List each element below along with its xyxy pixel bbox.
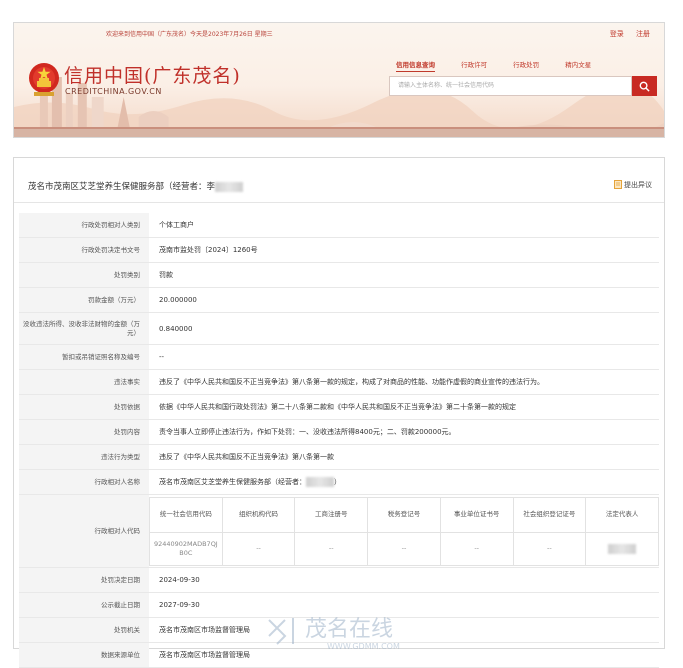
table-row: 处罚类别 罚款 xyxy=(19,263,659,288)
table-row: 行政相对人名称 茂名市茂南区艾芝堂养生保健服务部（经营者：） xyxy=(19,470,659,495)
record-title: 茂名市茂南区艾芝堂养生保健服务部（经营者：李 xyxy=(28,180,244,192)
table-row: 处罚机关 茂名市茂南区市场监督管理局 xyxy=(19,618,659,643)
nav-credit-query[interactable]: 信用信息查询 xyxy=(396,59,435,72)
site-logo-url: CREDITCHINA.GOV.CN xyxy=(65,87,162,96)
nav-featured[interactable]: 精内文星 xyxy=(565,59,591,69)
welcome-text: 欢迎来到信用中国（广东茂名）今天是2023年7月26日 星期三 xyxy=(106,31,273,38)
table-row: 行政处罚决定书文号 茂南市监处罚〔2024〕1260号 xyxy=(19,238,659,263)
nav-admin-penalty[interactable]: 行政处罚 xyxy=(513,59,539,69)
object-code-table: 统一社会信用代码 组织机构代码 工商注册号 税务登记号 事业单位证书号 社会组织… xyxy=(149,496,659,566)
table-row: 处罚决定日期 2024-09-30 xyxy=(19,568,659,593)
raise-objection-button[interactable]: 提出异议 xyxy=(614,180,652,190)
card-divider xyxy=(14,202,664,203)
table-row: 数据来源单位 茂名市茂南区市场监督管理局 xyxy=(19,643,659,668)
document-icon xyxy=(614,180,622,189)
main-nav: 信用信息查询 行政许可 行政处罚 精内文星 xyxy=(396,59,615,72)
redacted-representative xyxy=(608,543,637,554)
table-row: 公示截止日期 2027-09-30 xyxy=(19,593,659,618)
site-logo-title[interactable]: 信用中国(广东茂名) xyxy=(64,61,241,88)
table-row: 违法行为类型 违反了《中华人民共和国反不正当竞争法》第八条第一款 xyxy=(19,445,659,470)
table-row: 暂扣或吊销证照名称及编号 -- xyxy=(19,345,659,370)
table-row: 违法事实 违反了《中华人民共和国反不正当竞争法》第八条第一款的规定，构成了对商品… xyxy=(19,370,659,395)
register-link[interactable]: 注册 xyxy=(636,30,650,38)
table-row: 罚款金额（万元） 20.000000 xyxy=(19,288,659,313)
auth-links: 登录 注册 xyxy=(600,29,650,39)
site-header: 欢迎来到信用中国（广东茂名）今天是2023年7月26日 星期三 登录 注册 信用… xyxy=(13,22,665,138)
penalty-info-table: 行政处罚相对人类别 个体工商户 行政处罚决定书文号 茂南市监处罚〔2024〕12… xyxy=(19,213,659,668)
search-button[interactable] xyxy=(632,76,657,96)
redacted-name xyxy=(306,477,334,487)
table-row: 处罚内容 责令当事人立即停止违法行为，作如下处罚：一、没收违法所得8400元；二… xyxy=(19,420,659,445)
table-row: 没收违法所得、没收非法财物的金额（万元） 0.840000 xyxy=(19,313,659,345)
search-icon xyxy=(639,81,650,92)
nav-admin-license[interactable]: 行政许可 xyxy=(461,59,487,69)
table-row: 行政处罚相对人类别 个体工商户 xyxy=(19,213,659,238)
table-row: 处罚依据 依据《中华人民共和国行政处罚法》第二十八条第二款和《中华人民共和国反不… xyxy=(19,395,659,420)
login-link[interactable]: 登录 xyxy=(610,30,624,38)
search-input[interactable]: 请输入主体名称、统一社会信用代码 xyxy=(389,76,632,96)
table-row: 行政相对人代码 统一社会信用代码 组织机构代码 工商注册号 税务登记号 事业单位… xyxy=(19,495,659,568)
national-emblem-icon xyxy=(29,63,59,96)
penalty-detail-card: 茂名市茂南区艾芝堂养生保健服务部（经营者：李 提出异议 行政处罚相对人类别 个体… xyxy=(13,157,665,668)
redacted-name xyxy=(215,181,244,192)
